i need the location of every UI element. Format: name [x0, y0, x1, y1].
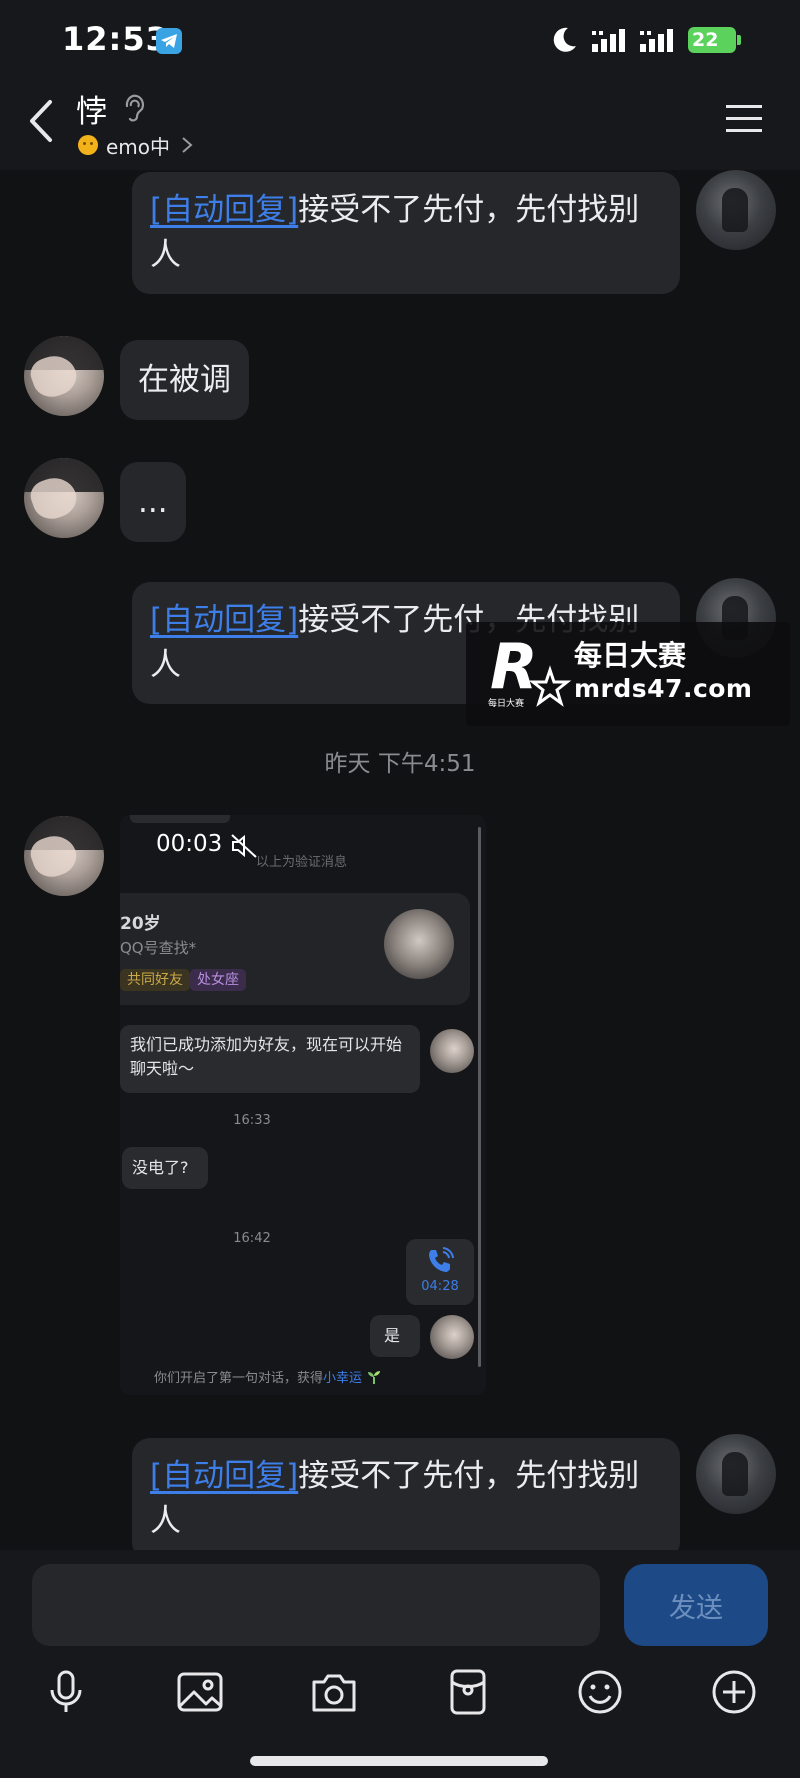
chevron-right-icon [182, 137, 193, 153]
watermark-title: 每日大赛 [574, 639, 687, 672]
contact-status[interactable]: emo中 [78, 132, 194, 159]
message-bubble[interactable]: 在被调 [120, 340, 249, 420]
tag-mutual-friends: 共同好友 [120, 969, 190, 991]
watermark-logo-letter: R [490, 630, 538, 703]
peer-avatar[interactable] [24, 336, 104, 416]
auto-reply-bubble[interactable]: [自动回复]接受不了先付，先付找别人 [132, 172, 680, 294]
auto-reply-bubble[interactable]: [自动回复]接受不了先付，先付找别人 [132, 1438, 680, 1550]
battery-indicator: 22 [688, 27, 736, 53]
watermark-logo: R 每日大赛 [488, 630, 572, 709]
mini-avatar [430, 1315, 474, 1359]
no-power-bubble: 没电了? [122, 1147, 208, 1189]
chat-area[interactable]: [自动回复]接受不了先付，先付找别人 在被调 ... [自动回复]接受不了先付，… [0, 170, 800, 1550]
microphone-icon[interactable] [42, 1668, 90, 1716]
message-input[interactable] [32, 1564, 600, 1646]
telegram-icon [156, 28, 182, 54]
menu-icon[interactable] [726, 102, 762, 134]
first-chat-text: 你们开启了第一句对话，获得 [154, 1371, 324, 1386]
phone-icon [429, 1247, 454, 1272]
ear-icon [125, 94, 145, 122]
signal-icon [592, 29, 625, 52]
peer-avatar[interactable] [24, 458, 104, 538]
muted-speaker-icon[interactable] [230, 833, 258, 859]
status-time: 12:53 [62, 20, 169, 58]
profile-card: 20岁 QQ号查找* 共同好友 处女座 [120, 893, 470, 1005]
battery-level: 22 [692, 29, 719, 51]
call-record-bubble: 04:28 [406, 1239, 474, 1305]
watermark-url: mrds47.com [574, 674, 753, 703]
verify-hint: 以上为验证消息 [256, 855, 348, 870]
mini-avatar [430, 1029, 474, 1073]
tag-zodiac: 处女座 [190, 969, 246, 991]
send-button[interactable]: 发送 [624, 1564, 768, 1646]
profile-age: 20岁 [120, 914, 161, 934]
back-arrow-icon[interactable] [26, 98, 56, 144]
battery-cap [737, 35, 741, 45]
profile-source: QQ号查找* [120, 939, 197, 957]
profile-avatar [384, 909, 454, 979]
emo-status-icon [78, 135, 98, 155]
mini-timestamp: 16:42 [233, 1231, 271, 1246]
mini-timestamp: 16:33 [233, 1113, 271, 1128]
emoji-icon[interactable] [576, 1668, 624, 1716]
chat-header: 悖 emo中 [0, 80, 800, 170]
status-text: emo中 [106, 134, 171, 159]
plus-circle-icon[interactable] [710, 1668, 758, 1716]
screenshot-top-fragment [130, 815, 230, 823]
image-icon[interactable] [176, 1668, 224, 1716]
lucky-link: 小幸运 [323, 1371, 363, 1386]
camera-icon[interactable] [310, 1668, 358, 1716]
reply-yes-bubble: 是 [370, 1315, 420, 1357]
red-packet-icon[interactable] [444, 1668, 492, 1716]
screenshot-scrollbar [478, 827, 481, 1367]
signal-icon-2 [640, 29, 673, 52]
watermark: R 每日大赛 每日大赛 mrds47.com [466, 622, 790, 726]
shared-screenshot-message[interactable]: 00:03 以上为验证消息 20岁 QQ号查找* 共同好友 处女座 我们已成功添… [120, 815, 486, 1395]
status-bar: 12:53 22 [0, 0, 800, 80]
moon-icon [553, 27, 576, 52]
watermark-logo-small: 每日大赛 [488, 697, 524, 709]
home-indicator[interactable] [250, 1756, 548, 1766]
message-bubble[interactable]: ... [120, 462, 186, 542]
auto-reply-tag[interactable]: [自动回复] [150, 602, 298, 638]
call-duration: 04:28 [421, 1279, 459, 1294]
auto-reply-tag[interactable]: [自动回复] [150, 192, 298, 228]
peer-avatar[interactable] [24, 816, 104, 896]
video-time: 00:03 [156, 831, 223, 857]
self-avatar[interactable] [696, 1434, 776, 1514]
self-avatar[interactable] [696, 170, 776, 250]
contact-name[interactable]: 悖 [76, 86, 107, 131]
message-timestamp: 昨天 下午4:51 [324, 751, 476, 777]
auto-reply-tag[interactable]: [自动回复] [150, 1458, 298, 1494]
friend-added-bubble: 我们已成功添加为好友，现在可以开始聊天啦～ [120, 1025, 420, 1093]
input-bar: 发送 [0, 1550, 800, 1778]
sprout-icon [368, 1371, 381, 1384]
first-chat-note: 你们开启了第一句对话，获得小幸运 [154, 1367, 382, 1386]
